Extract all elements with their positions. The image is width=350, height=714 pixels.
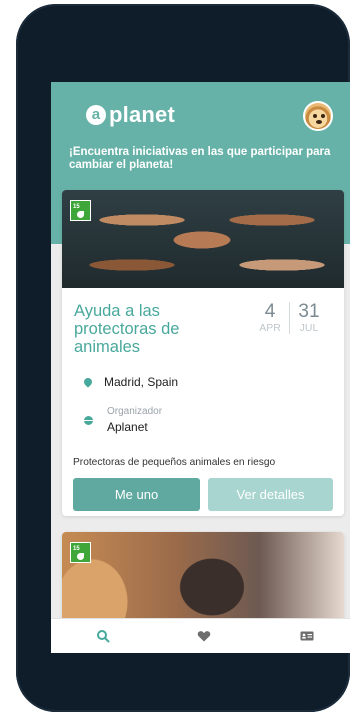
end-date: 31 JUL [294, 301, 324, 335]
logo-mark-icon: a [86, 105, 106, 125]
location-text: Madrid, Spain [104, 375, 179, 389]
initiative-image: 15 [62, 190, 344, 288]
initiative-organizer: Organizador Aplanet [84, 406, 162, 435]
initiative-image: 15 [62, 532, 344, 622]
initiative-card[interactable]: 15 Ayuda a las protectoras de animales 4… [62, 190, 344, 516]
date-divider [289, 302, 290, 334]
start-month: APR [259, 322, 281, 334]
end-day: 31 [298, 301, 320, 322]
initiative-card[interactable]: 15 [62, 532, 344, 622]
end-month: JUL [299, 322, 319, 334]
organizer-name: Aplanet [107, 420, 148, 434]
start-day: 4 [264, 301, 276, 322]
heart-icon[interactable] [197, 629, 211, 643]
logo-text: planet [109, 102, 175, 127]
initiative-dates: 4 APR 31 JUL [255, 302, 324, 334]
ods-goal-15-icon: 15 [70, 542, 91, 563]
phone-frame: a planet ¡Encuentra iniciativas en las q… [16, 4, 350, 712]
start-date: 4 APR [255, 301, 285, 335]
initiative-location: Madrid, Spain [82, 375, 179, 389]
join-button[interactable]: Me uno [73, 478, 200, 511]
app-logo: a planet [86, 102, 175, 128]
user-avatar[interactable] [303, 101, 333, 131]
id-card-icon[interactable] [300, 629, 314, 643]
bottom-navigation [51, 618, 350, 653]
details-button[interactable]: Ver detalles [208, 478, 333, 511]
app-screen: a planet ¡Encuentra iniciativas en las q… [51, 82, 350, 653]
ods-goal-15-icon: 15 [70, 200, 91, 221]
initiative-title: Ayuda a las protectoras de animales [74, 302, 180, 356]
location-pin-icon [82, 376, 94, 388]
globe-icon [84, 416, 93, 425]
page-tagline: ¡Encuentra iniciativas en las que partic… [69, 146, 331, 171]
organizer-label: Organizador [107, 406, 163, 417]
initiative-description: Protectoras de pequeños animales en ries… [73, 457, 276, 468]
search-icon[interactable] [96, 629, 110, 643]
